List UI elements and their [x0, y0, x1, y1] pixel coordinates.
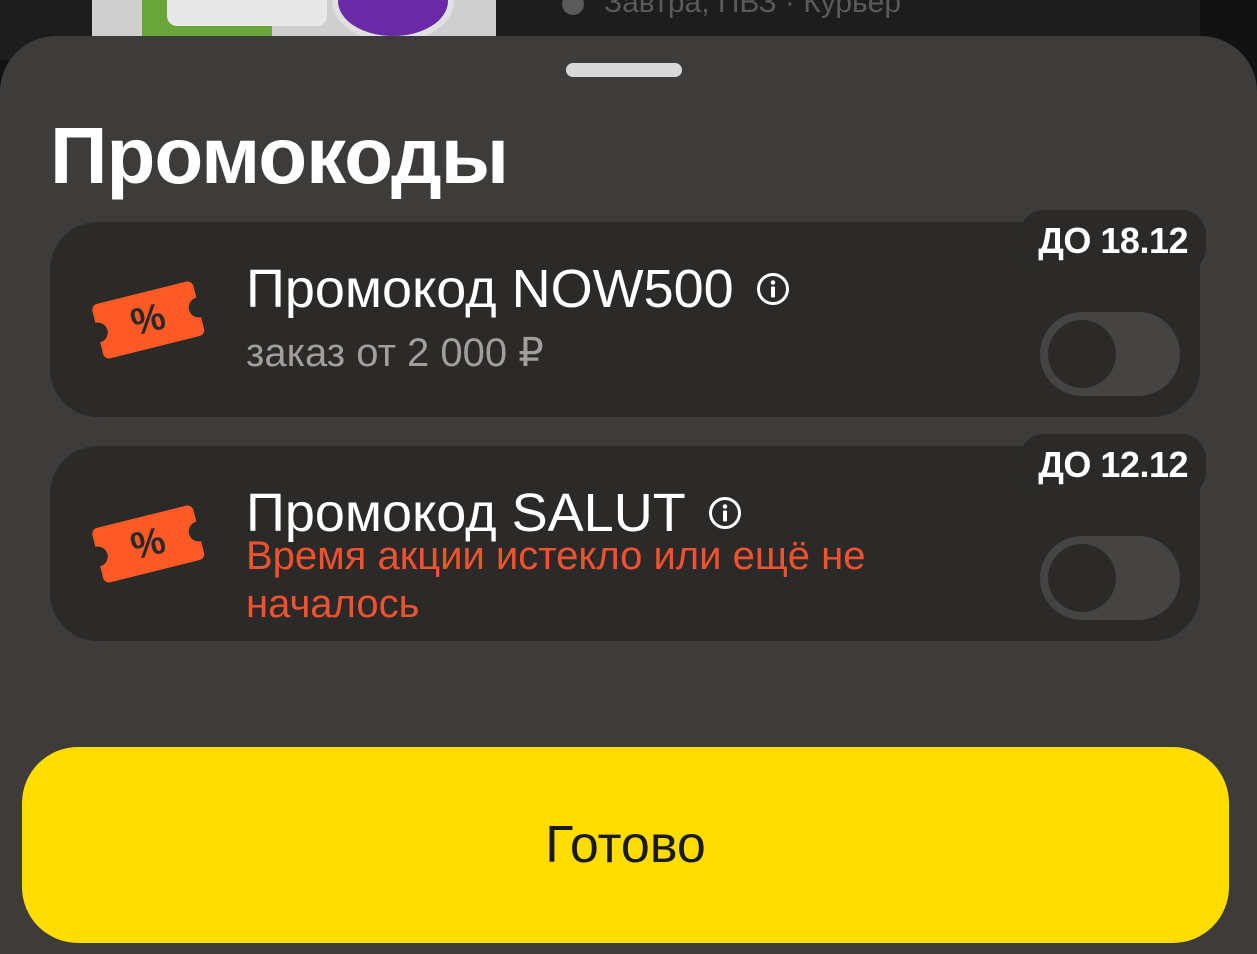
discount-ticket-icon: %	[92, 505, 205, 583]
info-icon[interactable]	[708, 496, 742, 530]
promo-title: Промокод NOW500	[246, 258, 790, 320]
promo-toggle[interactable]	[1040, 312, 1180, 396]
promo-expiry-badge: ДО 18.12	[1020, 210, 1206, 272]
toggle-knob	[1048, 544, 1116, 612]
promo-error-message: Время акции истекло или ещё не началось	[246, 534, 866, 626]
discount-ticket-icon: %	[92, 281, 205, 359]
promo-card-now500[interactable]: % Промокод NOW500 заказ от 2 000 ₽ ДО 18…	[50, 210, 1206, 417]
promo-expiry-badge: ДО 12.12	[1020, 434, 1206, 496]
done-button[interactable]: Готово	[22, 747, 1229, 943]
sheet-drag-handle[interactable]	[566, 63, 682, 77]
promo-card-salut[interactable]: % Промокод SALUT Время акции истекло или…	[50, 434, 1206, 641]
sheet-title: Промокоды	[50, 111, 509, 200]
radio-icon	[562, 0, 584, 16]
background-delivery-hint: Завтра, ПВЗ · Курьер	[562, 0, 901, 20]
background-delivery-text: Завтра, ПВЗ · Курьер	[604, 0, 902, 19]
promo-title-text: Промокод NOW500	[246, 259, 734, 319]
info-icon[interactable]	[756, 272, 790, 306]
promo-min-order: заказ от 2 000 ₽	[246, 331, 544, 375]
promo-toggle[interactable]	[1040, 536, 1180, 620]
toggle-knob	[1048, 320, 1116, 388]
background-product-image	[92, 0, 496, 40]
